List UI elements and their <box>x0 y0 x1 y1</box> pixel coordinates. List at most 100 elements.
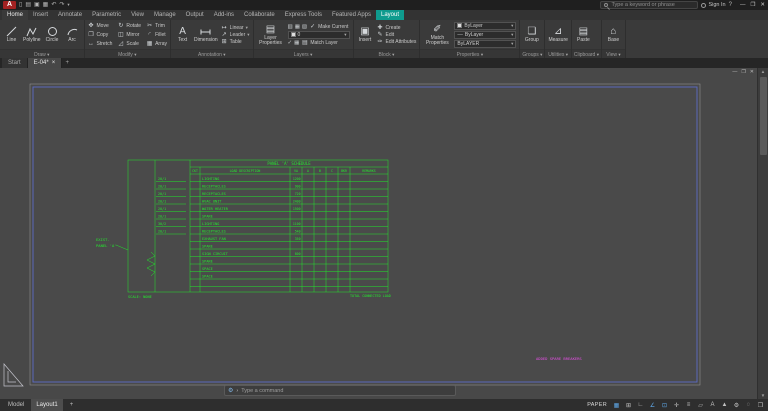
ribbon-tab-manage[interactable]: Manage <box>149 10 181 20</box>
new-layout-button[interactable]: + <box>65 399 79 411</box>
workspace-gear-icon[interactable]: ⚙ <box>732 402 741 409</box>
layer-freeze-icon[interactable]: ▦ <box>295 24 300 30</box>
annotation-scale-icon[interactable]: ▲ <box>720 402 729 408</box>
undo-button[interactable]: ↶ <box>51 0 56 10</box>
ribbon-tab-featured-apps[interactable]: Featured Apps <box>327 10 376 20</box>
layer-lock-icon[interactable]: ▧ <box>302 24 307 30</box>
measure-button[interactable]: ⊿ Measure <box>548 21 567 48</box>
base-button[interactable]: ⌂ Base <box>605 21 622 48</box>
close-tab-icon[interactable]: × <box>52 58 56 68</box>
doc-close-icon[interactable]: ✕ <box>750 69 754 75</box>
panel-label-block[interactable]: Block ▾ <box>354 49 420 58</box>
make-current-button[interactable]: ✓Make Current <box>309 24 348 30</box>
linear-dropdown-icon[interactable]: ▾ <box>246 25 248 31</box>
panel-label-modify[interactable]: Modify ▾ <box>85 49 171 58</box>
snap-icon[interactable]: ⊞ <box>624 402 633 409</box>
layer-properties-button[interactable]: ▤ Layer Properties <box>257 21 285 48</box>
isolate-objects-icon[interactable]: ◌ <box>744 402 753 408</box>
file-tab-start[interactable]: Start <box>2 58 28 68</box>
circle-button[interactable]: Circle <box>44 21 61 48</box>
leader-button[interactable]: ↗Leader ▾ <box>221 32 250 38</box>
ribbon-tab-annotate[interactable]: Annotate <box>53 10 87 20</box>
grid-icon[interactable]: ▦ <box>612 402 621 409</box>
osnap-icon[interactable]: ⊡ <box>660 402 669 409</box>
ribbon-tab-home[interactable]: Home <box>2 10 28 20</box>
edit-attributes-button[interactable]: ✑Edit Attributes <box>377 39 417 45</box>
signin-button[interactable]: Sign In <box>701 2 725 8</box>
linear-button[interactable]: ↦Linear ▾ <box>221 25 250 31</box>
doc-minimize-icon[interactable]: — <box>732 69 737 75</box>
ribbon-tab-output[interactable]: Output <box>181 10 209 20</box>
copy-button[interactable]: ❐Copy <box>88 30 113 39</box>
rotate-button[interactable]: ↻Rotate <box>117 21 141 30</box>
group-button[interactable]: ❏ Group <box>523 21 540 48</box>
panel-label-properties[interactable]: Properties ▾ <box>420 49 519 58</box>
panel-label-annotation[interactable]: Annotation ▾ <box>171 49 252 58</box>
command-input[interactable]: Type a command <box>241 388 283 394</box>
array-button[interactable]: ▦Array <box>146 39 167 48</box>
search-box[interactable]: Type a keyword or phrase <box>600 1 698 9</box>
space-indicator[interactable]: PAPER <box>587 402 607 408</box>
polar-icon[interactable]: ∠ <box>648 402 657 409</box>
lineweight-display-icon[interactable]: ≡ <box>684 402 693 408</box>
file-tab-drawing[interactable]: E-04* × <box>28 58 63 68</box>
ribbon-tab-view[interactable]: View <box>126 10 149 20</box>
dimension-button[interactable]: Dimension <box>194 21 218 48</box>
customize-icon[interactable]: ⚙ <box>228 387 233 394</box>
new-drawing-tab-button[interactable]: + <box>62 58 72 68</box>
app-logo[interactable]: A <box>3 1 16 9</box>
ribbon-tab-insert[interactable]: Insert <box>28 10 53 20</box>
panel-label-view[interactable]: View ▾ <box>602 49 625 58</box>
layout1-tab[interactable]: Layout1 <box>31 399 62 411</box>
open-button[interactable]: ▤ <box>25 0 31 10</box>
create-block-button[interactable]: ✚Create <box>377 25 417 31</box>
ribbon-tab-layout[interactable]: Layout <box>376 10 404 20</box>
panel-label-clipboard[interactable]: Clipboard ▾ <box>572 49 601 58</box>
save-button[interactable]: ▣ <box>34 0 40 10</box>
table-button[interactable]: ⊞Table <box>221 39 250 45</box>
match-layer-button[interactable]: ▤Match Layer <box>301 40 338 46</box>
panel-label-groups[interactable]: Groups ▾ <box>520 49 544 58</box>
ribbon-tab-collaborate[interactable]: Collaborate <box>239 10 280 20</box>
help-icon[interactable]: ? <box>729 0 732 10</box>
quick-access-dropdown-icon[interactable]: ▾ <box>67 0 69 10</box>
polyline-button[interactable]: Polyline <box>23 21 41 48</box>
text-button[interactable]: A Text <box>174 21 191 48</box>
move-button[interactable]: ✥Move <box>88 21 113 30</box>
doc-restore-icon[interactable]: ❐ <box>741 69 745 75</box>
new-button[interactable]: ▯ <box>19 0 22 10</box>
transparency-icon[interactable]: ▱ <box>696 402 705 409</box>
plot-button[interactable]: ▦ <box>43 0 49 10</box>
panel-label-utilities[interactable]: Utilities ▾ <box>545 49 570 58</box>
linetype-dropdown[interactable]: ByLAYER▾ <box>454 40 516 48</box>
panel-label-draw[interactable]: Draw ▾ <box>0 49 84 58</box>
object-color-dropdown[interactable]: ByLayer▾ <box>454 22 516 30</box>
ribbon-tab-express-tools[interactable]: Express Tools <box>280 10 327 20</box>
scroll-down-icon[interactable]: ▼ <box>761 392 765 399</box>
scroll-up-icon[interactable]: ▲ <box>761 68 765 75</box>
drawing-canvas[interactable]: PANEL 'A' SCHEDULE CKT LOAD DESCRIPTION … <box>0 68 768 399</box>
layer-walk-icon[interactable]: ▦ <box>294 40 299 46</box>
redo-button[interactable]: ↷ <box>59 0 64 10</box>
model-tab[interactable]: Model <box>3 399 29 411</box>
close-icon[interactable]: ✕ <box>760 2 765 8</box>
fillet-button[interactable]: ◜Fillet <box>146 30 167 39</box>
scrollbar-thumb[interactable] <box>760 77 767 155</box>
panel-label-layers[interactable]: Layers ▾ <box>254 49 353 58</box>
layer-off-icon[interactable]: ▥ <box>288 24 293 30</box>
stretch-button[interactable]: ↔Stretch <box>88 39 113 48</box>
ribbon-tab-addins[interactable]: Add-ins <box>209 10 239 20</box>
paste-button[interactable]: ▤ Paste <box>575 21 592 48</box>
minimize-icon[interactable]: — <box>740 2 746 8</box>
insert-button[interactable]: ▣ Insert <box>357 21 374 48</box>
mirror-button[interactable]: ◫Mirror <box>117 30 141 39</box>
annotation-visibility-icon[interactable]: A <box>708 402 717 408</box>
edit-block-button[interactable]: ✎Edit <box>377 32 417 38</box>
vertical-scrollbar[interactable]: ▲ ▼ <box>757 68 768 399</box>
lineweight-dropdown[interactable]: —ByLayer▾ <box>454 31 516 39</box>
line-button[interactable]: Line <box>3 21 20 48</box>
arc-button[interactable]: Arc <box>64 21 81 48</box>
restore-icon[interactable]: ❐ <box>750 2 755 8</box>
layer-isolate-icon[interactable]: ✓ <box>288 40 293 46</box>
command-line[interactable]: ⚙ › Type a command <box>224 385 456 396</box>
